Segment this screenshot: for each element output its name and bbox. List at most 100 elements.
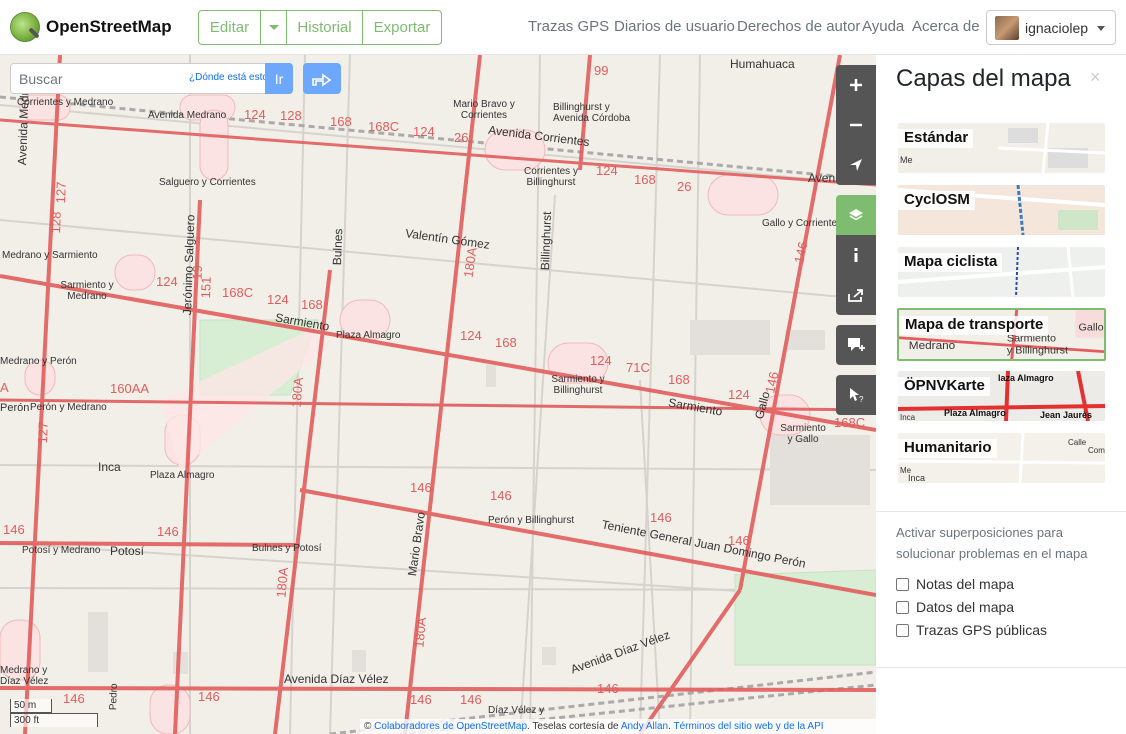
andy-allan-link[interactable]: Andy Allan — [621, 721, 668, 732]
nav-help[interactable]: Ayuda — [862, 18, 904, 35]
layer-transport-map[interactable]: Medrano Sarmiento y Billinghurst Gallo M… — [897, 308, 1106, 361]
stop-label: Sarmiento y Gallo — [780, 423, 826, 445]
route-label: 146 — [490, 488, 512, 503]
layer-label: CyclOSM — [898, 191, 975, 210]
export-button[interactable]: Exportar — [363, 11, 441, 44]
where-is-this-link[interactable]: ¿Dónde está esto? — [189, 72, 274, 83]
map-data-checkbox[interactable] — [896, 600, 909, 614]
share-button[interactable] — [836, 275, 876, 315]
edit-dropdown-button[interactable] — [261, 11, 287, 44]
nav-about[interactable]: Acerca de — [912, 18, 980, 35]
thumb-label: Comu — [1088, 446, 1105, 455]
add-note-button[interactable] — [836, 325, 876, 365]
info-icon — [854, 248, 858, 262]
user-menu-button[interactable]: ignaciolep — [986, 10, 1116, 45]
route-label: 127 — [52, 181, 69, 204]
stop-label: Mario Bravo y Corrientes — [453, 99, 515, 121]
route-label: 124 — [728, 387, 750, 402]
route-label: 146 — [157, 524, 179, 539]
share-icon — [848, 289, 863, 302]
route-label: 168C — [368, 119, 400, 134]
layer-opnvkarte[interactable]: laza Almagro Plaza Almagro Jean Jaurès I… — [898, 371, 1105, 421]
location-arrow-icon — [850, 159, 862, 171]
street-label: Avenida Díaz Vélez — [568, 627, 672, 677]
add-note-icon — [848, 338, 865, 351]
stop-label: Perón y Billinghurst — [488, 515, 575, 526]
notes-checkbox[interactable] — [896, 577, 909, 591]
route-label: 168C — [222, 285, 254, 300]
street-label: Avenida Díaz Vélez — [284, 672, 389, 686]
thumb-label: Calle — [1068, 438, 1087, 447]
stop-label: Sarmiento y Medrano — [60, 280, 114, 302]
overlay-notes-row[interactable]: Notas del mapa — [896, 576, 1014, 592]
route-label: 128 — [280, 108, 302, 123]
history-button[interactable]: Historial — [287, 11, 363, 44]
street-label: Teniente General Juan Domingo Perón — [600, 517, 807, 571]
osm-contributors-link[interactable]: Colaboradores de OpenStreetMap — [374, 721, 527, 732]
stop-label: Medrano y Sarmiento — [2, 250, 98, 261]
stop-label: Avenida Medrano — [148, 110, 227, 121]
directions-icon — [312, 72, 332, 87]
avatar — [995, 15, 1019, 40]
search-go-button[interactable]: Ir — [265, 63, 293, 94]
thumb-label: y Billinghurst — [1007, 346, 1068, 357]
attribution-separator: . — [668, 721, 671, 732]
layer-cyclosm[interactable]: CyclOSM — [898, 185, 1105, 235]
route-label: 127 — [34, 421, 51, 444]
zoom-in-button[interactable] — [836, 65, 876, 105]
street-label: Inca — [98, 460, 121, 474]
nav-copyright[interactable]: Derechos de autor — [737, 18, 860, 35]
close-icon[interactable]: × — [1090, 67, 1101, 88]
overlay-note: Activar superposiciones para solucionar … — [896, 525, 1088, 561]
minus-icon — [850, 123, 862, 127]
scale-imperial: 300 ft — [10, 713, 98, 727]
layer-humanitarian[interactable]: Me Inca Calle Comu Humanitario — [898, 433, 1105, 483]
scale-metric: 50 m — [10, 699, 52, 713]
route-label: 146 — [597, 681, 619, 696]
stop-label: Perón y Medrano — [30, 402, 107, 413]
directions-button[interactable] — [303, 63, 341, 94]
edit-button-group: Editar Historial Exportar — [198, 10, 442, 45]
gps-traces-checkbox[interactable] — [896, 623, 909, 637]
route-label: 124 — [267, 292, 289, 307]
logo-link[interactable]: OpenStreetMap — [10, 12, 172, 42]
stop-label: Billinghurst y Avenida Córdoba — [553, 102, 631, 124]
edit-button[interactable]: Editar — [199, 11, 261, 44]
overlay-gps-row[interactable]: Trazas GPS públicas — [896, 622, 1047, 638]
chevron-down-icon — [1097, 26, 1105, 31]
layer-cycle-map[interactable]: Mapa ciclista — [898, 247, 1105, 297]
layers-button[interactable] — [836, 195, 876, 235]
route-label: 151 — [197, 276, 214, 299]
query-features-button[interactable]: ? — [836, 375, 876, 415]
route-label: 146 — [762, 370, 782, 395]
locate-button[interactable] — [836, 145, 876, 185]
layer-standard[interactable]: Me Estándar — [898, 123, 1105, 173]
zoom-out-button[interactable] — [836, 105, 876, 145]
nav-gps-traces[interactable]: Trazas GPS — [528, 18, 609, 35]
route-label: 160AA — [110, 381, 150, 396]
route-label: 146 — [728, 533, 750, 548]
copyright-symbol: © — [364, 721, 372, 732]
svg-text:?: ? — [859, 395, 864, 403]
overlay-data-row[interactable]: Datos del mapa — [896, 599, 1014, 615]
route-label: 168 — [495, 335, 517, 350]
route-label: 26 — [454, 130, 469, 145]
route-label: 124 — [590, 353, 612, 368]
street-label: Potosí — [110, 544, 145, 558]
attribution: © Colaboradores de OpenStreetMap. Tesela… — [360, 719, 876, 734]
map-view[interactable]: Humahuaca Avenida Corrientes Valentín Gó… — [0, 55, 876, 734]
stop-label: Medrano y Díaz Vélez — [0, 665, 49, 687]
route-label: 146 — [650, 510, 672, 525]
nav-user-diaries[interactable]: Diarios de usuario — [614, 18, 735, 35]
route-label: 124 — [596, 163, 618, 178]
place-label: A — [0, 380, 9, 395]
map-key-button[interactable] — [836, 235, 876, 275]
route-label: 99 — [594, 63, 609, 78]
route-label: 128 — [47, 211, 64, 234]
route-label: 180A — [288, 376, 306, 409]
thumb-label: Jean Jaurès — [1040, 410, 1092, 420]
route-label: 146 — [410, 692, 432, 707]
terms-link[interactable]: Términos del sitio web y de la API — [673, 721, 823, 732]
route-label: 124 — [244, 107, 266, 122]
route-label: 71C — [626, 360, 650, 375]
